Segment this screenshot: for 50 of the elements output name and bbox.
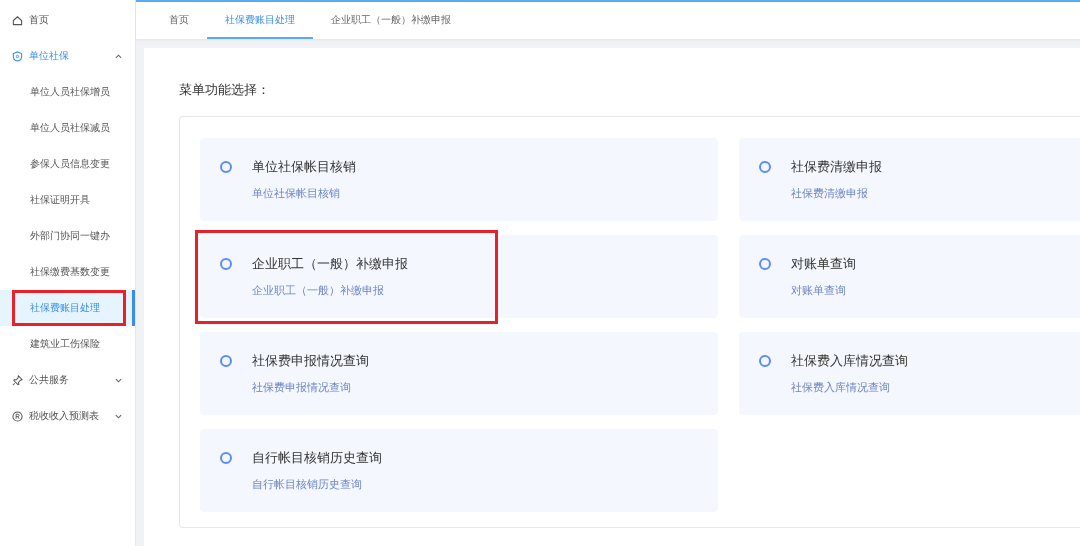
card-title: 自行帐目核销历史查询 [252, 449, 382, 467]
sidebar-item[interactable]: 公共服务 [0, 362, 135, 398]
card-subtitle: 单位社保帐目核销 [252, 186, 341, 201]
circle-icon [759, 258, 771, 270]
circle-icon [759, 355, 771, 367]
tab[interactable]: 企业职工（一般）补缴申报 [313, 2, 469, 39]
card-subtitle: 企业职工（一般）补缴申报 [252, 283, 385, 298]
sidebar-subitem[interactable]: 建筑业工伤保险 [0, 326, 135, 362]
circle-icon [220, 161, 232, 173]
sidebar-subitem[interactable]: 社保证明开具 [0, 182, 135, 218]
tab[interactable]: 首页 [151, 2, 207, 39]
circle-icon [220, 452, 232, 464]
sidebar-subitem[interactable]: 社保缴费基数变更 [0, 254, 135, 290]
chevron-down-icon [115, 377, 122, 383]
card-title: 对账单查询 [791, 255, 856, 273]
chevron-up-icon [115, 53, 122, 59]
card-subtitle: 社保费入库情况查询 [791, 380, 891, 395]
card-subtitle: 社保费申报情况查询 [252, 380, 352, 395]
tab[interactable]: 社保费账目处理 [207, 2, 313, 39]
menu-card[interactable]: 社保费申报情况查询 社保费申报情况查询 [200, 332, 718, 415]
pin-icon [12, 374, 23, 386]
circle-icon [759, 161, 771, 173]
card-title: 社保费申报情况查询 [252, 352, 369, 370]
menu-card[interactable]: 单位社保帐目核销 单位社保帐目核销 [200, 138, 718, 221]
sidebar-item[interactable]: 税收收入预测表 [0, 398, 135, 434]
menu-card[interactable]: 社保费入库情况查询 社保费入库情况查询 [739, 332, 1080, 415]
chevron-down-icon [115, 413, 122, 419]
card-subtitle: 自行帐目核销历史查询 [252, 477, 363, 492]
sidebar-subitem[interactable]: 外部门协同一键办 [0, 218, 135, 254]
card-title: 单位社保帐目核销 [252, 158, 356, 176]
section-title: 菜单功能选择： [179, 81, 271, 99]
sidebar-subitem[interactable]: 单位人员社保减员 [0, 110, 135, 146]
home-icon [12, 14, 23, 26]
card-title: 社保费入库情况查询 [791, 352, 908, 370]
card-subtitle: 对账单查询 [791, 283, 847, 298]
card-title: 社保费清缴申报 [791, 158, 882, 176]
sidebar-item[interactable]: 首页 [0, 2, 135, 38]
shield-icon [12, 50, 23, 62]
menu-card[interactable]: 社保费清缴申报 社保费清缴申报 [739, 138, 1080, 221]
card-subtitle: 社保费清缴申报 [791, 186, 869, 201]
circle-icon [220, 355, 232, 367]
menu-card[interactable]: 对账单查询 对账单查询 [739, 235, 1080, 318]
circle-icon [220, 258, 232, 270]
menu-card[interactable]: 企业职工（一般）补缴申报 企业职工（一般）补缴申报 [200, 235, 718, 318]
menu-card[interactable]: 自行帐目核销历史查询 自行帐目核销历史查询 [200, 429, 718, 512]
sidebar-item[interactable]: 单位社保 [0, 38, 135, 74]
sidebar-subitem[interactable]: 参保人员信息变更 [0, 146, 135, 182]
card-title: 企业职工（一般）补缴申报 [252, 255, 408, 273]
registered-icon [12, 410, 23, 422]
sidebar-subitem[interactable]: 单位人员社保增员 [0, 74, 135, 110]
